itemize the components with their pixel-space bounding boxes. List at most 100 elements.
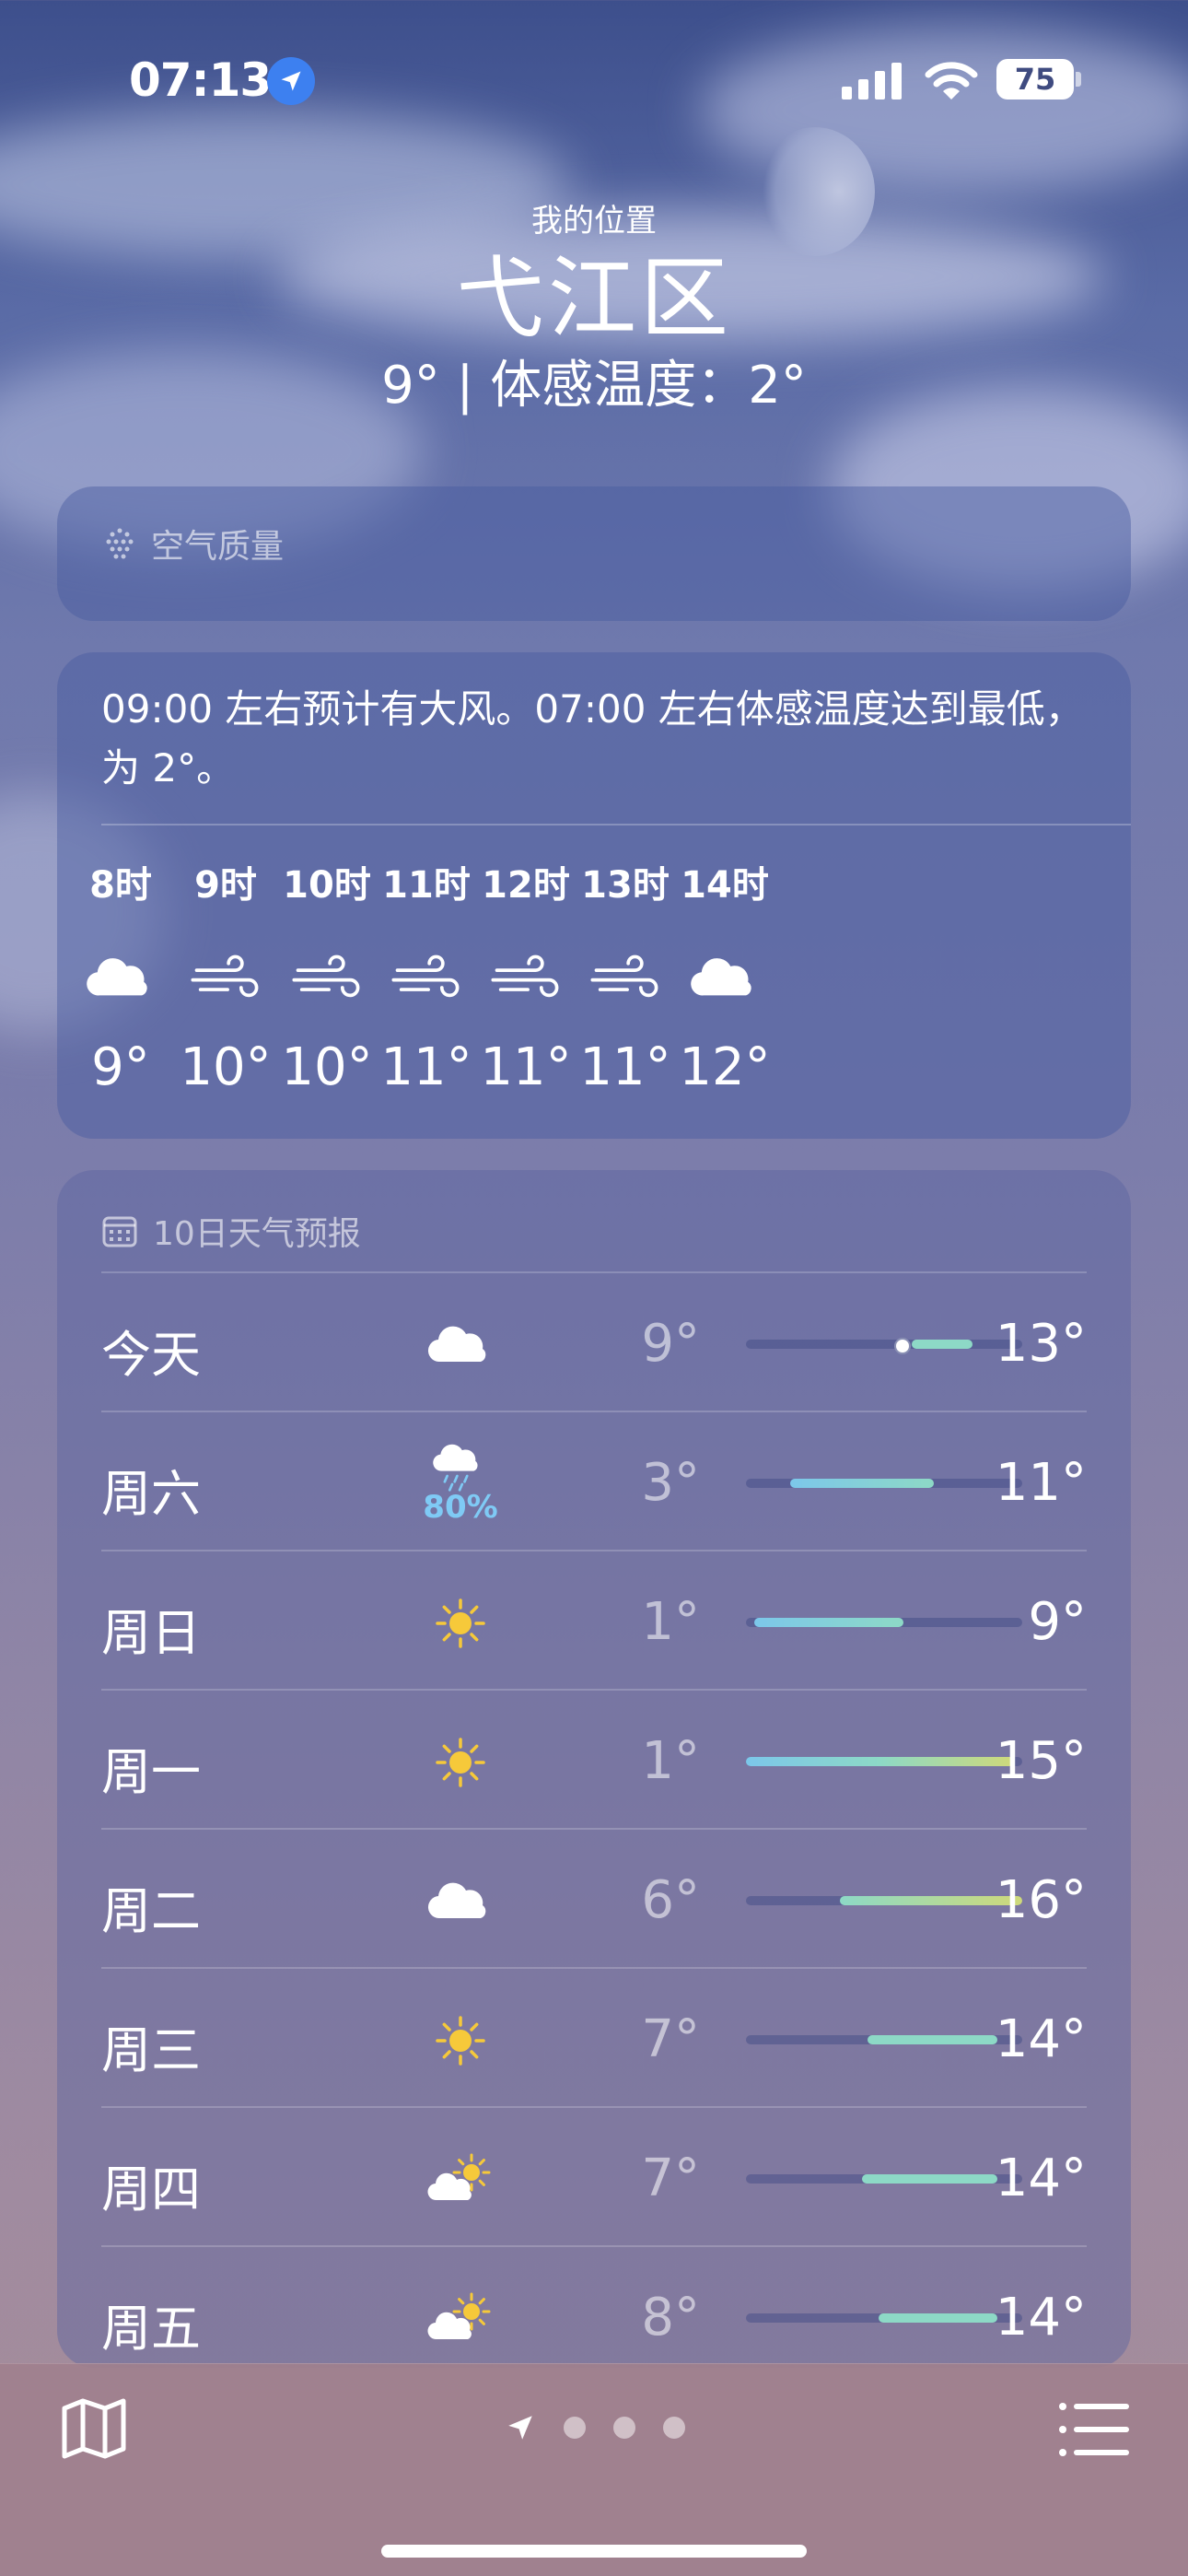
hourly-forecast-card[interactable]: 09:00 左右预计有大风。07:00 左右体感温度达到最低，为 2°。 8时 9… — [57, 652, 1131, 1139]
precip-chance: 80% — [423, 1489, 498, 1526]
day-name: 周一 — [101, 1743, 201, 1801]
sun-icon — [436, 1598, 485, 1648]
low-temp: 8° — [641, 2288, 700, 2348]
day-row[interactable]: 周一 1° 15° — [101, 1689, 1087, 1829]
day-row[interactable]: 今天 9° 13° — [101, 1271, 1087, 1411]
home-indicator[interactable] — [381, 2545, 807, 2558]
current-location-arrow-icon — [508, 2416, 532, 2440]
hour-temp: 12° — [679, 1037, 771, 1097]
temp-range-fill — [754, 1618, 903, 1627]
temp-range-fill — [862, 2174, 997, 2184]
day-row[interactable]: 周三 7° 14° — [101, 1967, 1087, 2107]
current-temp-feels-like: 9° | 体感温度：2° — [381, 356, 807, 416]
cloud-icon — [427, 1326, 486, 1363]
temp-range-bar — [746, 1338, 1022, 1354]
day-name: 今天 — [101, 1326, 201, 1384]
day-weather — [378, 1716, 543, 1809]
day-row[interactable]: 周二 6° 16° — [101, 1828, 1087, 1968]
sun-icon — [436, 1738, 485, 1787]
day-weather: 80% — [378, 1438, 543, 1530]
partly-cloudy-icon — [427, 2292, 491, 2340]
low-temp: 7° — [641, 2149, 700, 2208]
day-row[interactable]: 周五 8° 14° — [101, 2245, 1087, 2368]
temp-range-bar — [746, 1479, 1022, 1488]
divider — [101, 824, 1131, 825]
wind-icon — [292, 954, 360, 997]
low-temp: 1° — [641, 1731, 700, 1791]
air-quality-icon — [106, 528, 134, 559]
air-quality-card[interactable]: 空气质量 — [57, 486, 1131, 621]
city-name: 弋江区 — [456, 247, 732, 350]
temp-range-fill — [790, 1479, 934, 1488]
partly-cloudy-icon — [427, 2153, 491, 2201]
hour-column: 14时 12° — [656, 855, 794, 1097]
day-name: 周三 — [101, 2021, 201, 2079]
high-temp: 14° — [995, 2149, 1087, 2208]
sun-icon — [436, 2016, 485, 2066]
cloud-icon — [427, 1882, 486, 1919]
day-row[interactable]: 周日 1° 9° — [101, 1550, 1087, 1690]
page-indicator[interactable] — [505, 2412, 685, 2443]
wifi-icon — [925, 62, 978, 100]
my-location-label: 我的位置 — [531, 203, 657, 240]
hourly-summary: 09:00 左右预计有大风。07:00 左右体感温度达到最低，为 2°。 — [101, 686, 1084, 790]
day-row[interactable]: 周六 80% 3° 11° — [101, 1411, 1087, 1551]
battery-icon: 75 — [996, 59, 1081, 100]
temp-range-bar — [746, 1618, 1022, 1627]
cloud-icon — [691, 957, 751, 995]
day-weather — [378, 2273, 543, 2365]
day-weather — [378, 1856, 543, 1948]
rain-cloud-icon — [433, 1444, 478, 1492]
temp-range-bar — [746, 1757, 1022, 1766]
status-bar: 07:13 75 — [0, 53, 1188, 109]
high-temp: 16° — [995, 1870, 1087, 1930]
high-temp: 11° — [995, 1453, 1087, 1513]
map-icon[interactable] — [57, 2392, 131, 2465]
bottom-toolbar — [0, 2363, 1188, 2576]
page-dot — [564, 2417, 586, 2439]
day-weather — [378, 1995, 543, 2087]
ten-day-forecast-card[interactable]: 10日天气预报 今天 9° 13° 周六 80% 3° 11° 周日 1° 9° 周一 1° 15° 周二… — [57, 1170, 1131, 2368]
high-temp: 9° — [1028, 1592, 1087, 1652]
location-arrow-icon — [267, 57, 315, 105]
high-temp: 15° — [995, 1731, 1087, 1791]
temp-range-bar — [746, 2313, 1022, 2323]
temp-range-bar — [746, 2174, 1022, 2184]
day-row[interactable]: 周四 7° 14° — [101, 2106, 1087, 2246]
day-name: 周六 — [101, 1465, 201, 1523]
page-dot — [613, 2417, 635, 2439]
day-name: 周日 — [101, 1604, 201, 1662]
day-weather — [378, 1577, 543, 1669]
high-temp: 14° — [995, 2009, 1087, 2069]
temp-range-fill — [879, 2313, 997, 2323]
calendar-icon — [102, 1216, 137, 1247]
list-icon[interactable] — [1057, 2397, 1131, 2462]
air-quality-title: 空气质量 — [151, 528, 285, 566]
current-temp-dot — [894, 1338, 911, 1354]
temp-range-fill — [746, 1757, 1014, 1766]
status-time: 07:13 — [129, 53, 272, 107]
high-temp: 14° — [995, 2288, 1087, 2348]
cellular-signal-icon — [842, 63, 902, 100]
day-weather — [378, 2134, 543, 2226]
wind-icon — [391, 954, 460, 997]
temp-range-fill — [912, 1340, 973, 1349]
ten-day-title: 10日天气预报 — [153, 1215, 361, 1253]
location-header: 我的位置 弋江区 9° | 体感温度：2° — [0, 195, 1188, 416]
cloud-icon — [87, 957, 147, 995]
hour-label: 14时 — [681, 864, 769, 907]
wind-icon — [191, 954, 259, 997]
temp-range-bar — [746, 1896, 1022, 1905]
low-temp: 3° — [641, 1453, 700, 1513]
temp-range-fill — [868, 2035, 997, 2044]
low-temp: 9° — [641, 1314, 700, 1374]
high-temp: 13° — [995, 1314, 1087, 1374]
low-temp: 6° — [641, 1870, 700, 1930]
wind-icon — [491, 954, 559, 997]
temp-range-bar — [746, 2035, 1022, 2044]
page-dot — [663, 2417, 685, 2439]
low-temp: 1° — [641, 1592, 700, 1652]
day-weather — [378, 1299, 543, 1391]
day-name: 周二 — [101, 1882, 201, 1940]
day-name: 周四 — [101, 2160, 201, 2219]
